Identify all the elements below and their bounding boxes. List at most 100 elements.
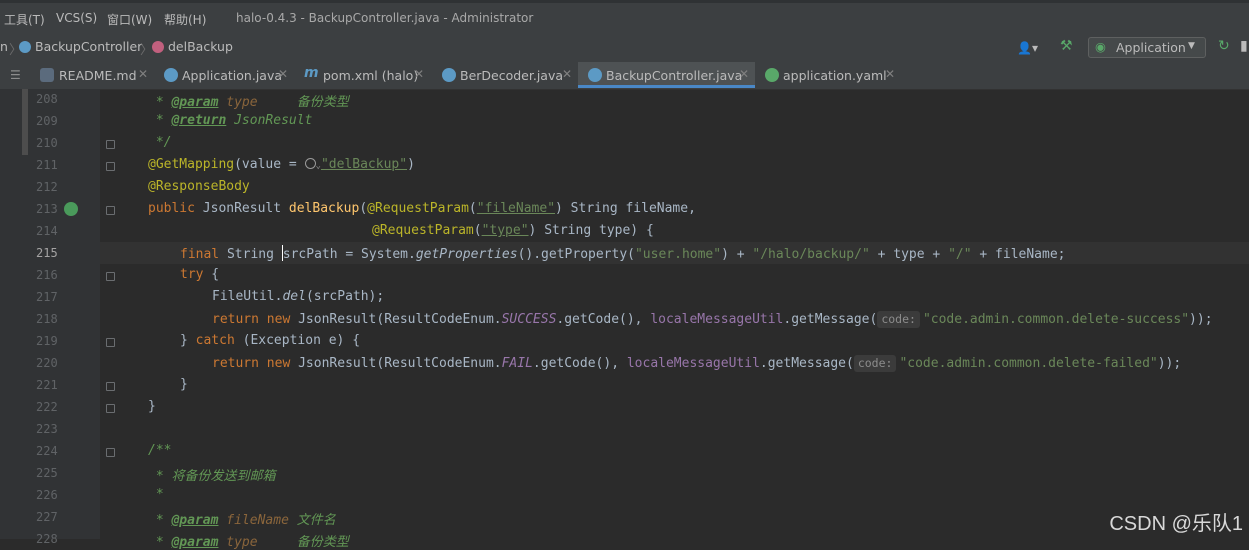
code-text: (value = (234, 157, 305, 172)
code-text: JsonResult (194, 201, 289, 216)
code-line-212: @ResponseBody (148, 179, 250, 194)
menu-tools[interactable]: 工具(T) (4, 11, 45, 28)
fold-marker[interactable] (106, 272, 115, 281)
tab-label: BackupController.java (606, 68, 743, 83)
line-number: 221 (36, 378, 58, 392)
line-number: 213 (36, 202, 58, 216)
breadcrumb-class-label: BackupController (35, 39, 143, 54)
toolbar-overflow-icon[interactable]: ▮ (1240, 38, 1248, 54)
build-hammer-icon[interactable]: ⚒ (1060, 38, 1073, 54)
parameter-hint: code: (877, 311, 920, 328)
javadoc-tag: @param (171, 513, 219, 528)
string-literal[interactable]: "delBackup" (321, 157, 407, 172)
code-line-220: return new JsonResult(ResultCodeEnum.FAI… (212, 355, 1181, 372)
close-icon[interactable]: ✕ (885, 67, 895, 81)
line-number: 228 (36, 532, 58, 546)
navigation-bar: n 〉 BackupController 〉 delBackup 👤▾ ⚒ ◉ … (0, 34, 1249, 63)
code-text: )); (1189, 312, 1213, 327)
code-text: ) String fileName, (555, 201, 696, 216)
spring-class-icon (164, 68, 178, 82)
close-icon[interactable]: ✕ (278, 67, 288, 81)
string-literal: "type" (481, 223, 529, 238)
javadoc-tag: @return (171, 113, 227, 128)
close-icon[interactable]: ✕ (739, 67, 749, 81)
code-text: { (203, 267, 220, 282)
tab-label: Application.java (182, 68, 283, 83)
breadcrumb-method-label: delBackup (168, 39, 233, 54)
code-line-226: * (148, 487, 164, 502)
annotation: @RequestParam (372, 223, 474, 238)
tab-application-java[interactable]: Application.java ✕ (158, 62, 296, 88)
editor-tab-bar: ☰ README.md ✕ Application.java ✕ m pom.x… (0, 62, 1249, 90)
code-text: FileUtil. (212, 289, 283, 304)
comment: * (148, 113, 172, 128)
static-method: del (282, 289, 306, 304)
code-text: JsonResult(ResultCodeEnum. (290, 312, 502, 327)
code-line-221: } (180, 377, 188, 392)
tab-backupcontroller[interactable]: BackupController.java ✕ (578, 62, 755, 88)
menu-window[interactable]: 窗口(W) (107, 11, 152, 28)
code-text: ) String type) { (528, 223, 654, 238)
breadcrumb-method[interactable]: delBackup (152, 39, 233, 54)
code-line-222: } (148, 399, 156, 414)
vcs-user-icon[interactable]: 👤▾ (1017, 41, 1038, 55)
tab-label: README.md (59, 68, 137, 83)
string-literal: "/" (948, 247, 972, 262)
code-line-215[interactable]: final String srcPath = System.getPropert… (180, 245, 1065, 262)
tab-berdecoder[interactable]: BerDecoder.java ✕ (432, 62, 578, 88)
line-number: 214 (36, 224, 58, 238)
code-line-225: * 将备份发送到邮箱 (148, 469, 276, 484)
close-icon[interactable]: ✕ (562, 67, 572, 81)
breadcrumb-class[interactable]: BackupController (19, 39, 142, 54)
close-icon[interactable]: ✕ (414, 67, 424, 81)
fold-marker[interactable] (106, 140, 115, 149)
string-literal: "code.admin.common.delete-failed" (899, 356, 1158, 371)
class-icon (19, 41, 31, 53)
field-reference: localeMessageUtil (650, 312, 784, 327)
fold-marker[interactable] (106, 206, 115, 215)
breadcrumb-partial[interactable]: n (0, 39, 8, 54)
tab-pom-xml[interactable]: m pom.xml (halo) ✕ (296, 62, 432, 88)
fold-marker[interactable] (106, 338, 115, 347)
fold-marker[interactable] (106, 162, 115, 171)
request-mapping-gutter-icon[interactable] (64, 202, 78, 216)
javadoc-param: type (226, 535, 258, 550)
run-config-dropdown[interactable]: ◉ Application ▼ (1088, 37, 1206, 58)
line-number: 223 (36, 422, 58, 436)
globe-icon[interactable] (304, 158, 316, 169)
javadoc-tag: @param (171, 535, 219, 550)
code-text: srcPath = System. (282, 247, 416, 262)
spring-run-icon: ◉ (1095, 39, 1106, 54)
code-line-228: * @param type 备份类型 (148, 531, 349, 550)
tab-label: application.yaml (783, 68, 887, 83)
line-number: 211 (36, 158, 58, 172)
line-number: 227 (36, 510, 58, 524)
close-icon[interactable]: ✕ (138, 67, 148, 81)
code-text: .getMessage( (759, 356, 854, 371)
line-number: 225 (36, 466, 58, 480)
rerun-icon[interactable]: ↻ (1218, 38, 1230, 54)
menu-vcs[interactable]: VCS(S) (56, 11, 97, 25)
markdown-icon (40, 68, 54, 82)
tab-label: pom.xml (halo) (323, 68, 419, 83)
code-line-211: @GetMapping(value = ⌄"delBackup") (148, 157, 415, 172)
code-line-216: try { (180, 267, 219, 282)
fold-marker[interactable] (106, 448, 115, 457)
tab-readme[interactable]: README.md ✕ (34, 62, 158, 88)
annotation: @GetMapping (148, 157, 235, 172)
fold-marker[interactable] (106, 382, 115, 391)
fold-marker[interactable] (106, 404, 115, 413)
field-reference: localeMessageUtil (626, 356, 760, 371)
tab-list-icon[interactable]: ☰ (10, 68, 21, 82)
tab-application-yaml[interactable]: application.yaml ✕ (755, 62, 903, 88)
line-number: 208 (36, 92, 58, 106)
static-method: getProperties (415, 247, 518, 262)
project-panel-scrollbar[interactable] (22, 89, 28, 155)
class-icon (442, 68, 456, 82)
window-title: halo-0.4.3 - BackupController.java - Adm… (236, 11, 534, 25)
code-line-219: } catch (Exception e) { (180, 333, 360, 348)
javadoc-param: type (226, 95, 258, 110)
class-icon (588, 68, 602, 82)
code-text: .getCode(), (556, 312, 651, 327)
menu-help[interactable]: 帮助(H) (164, 11, 206, 28)
